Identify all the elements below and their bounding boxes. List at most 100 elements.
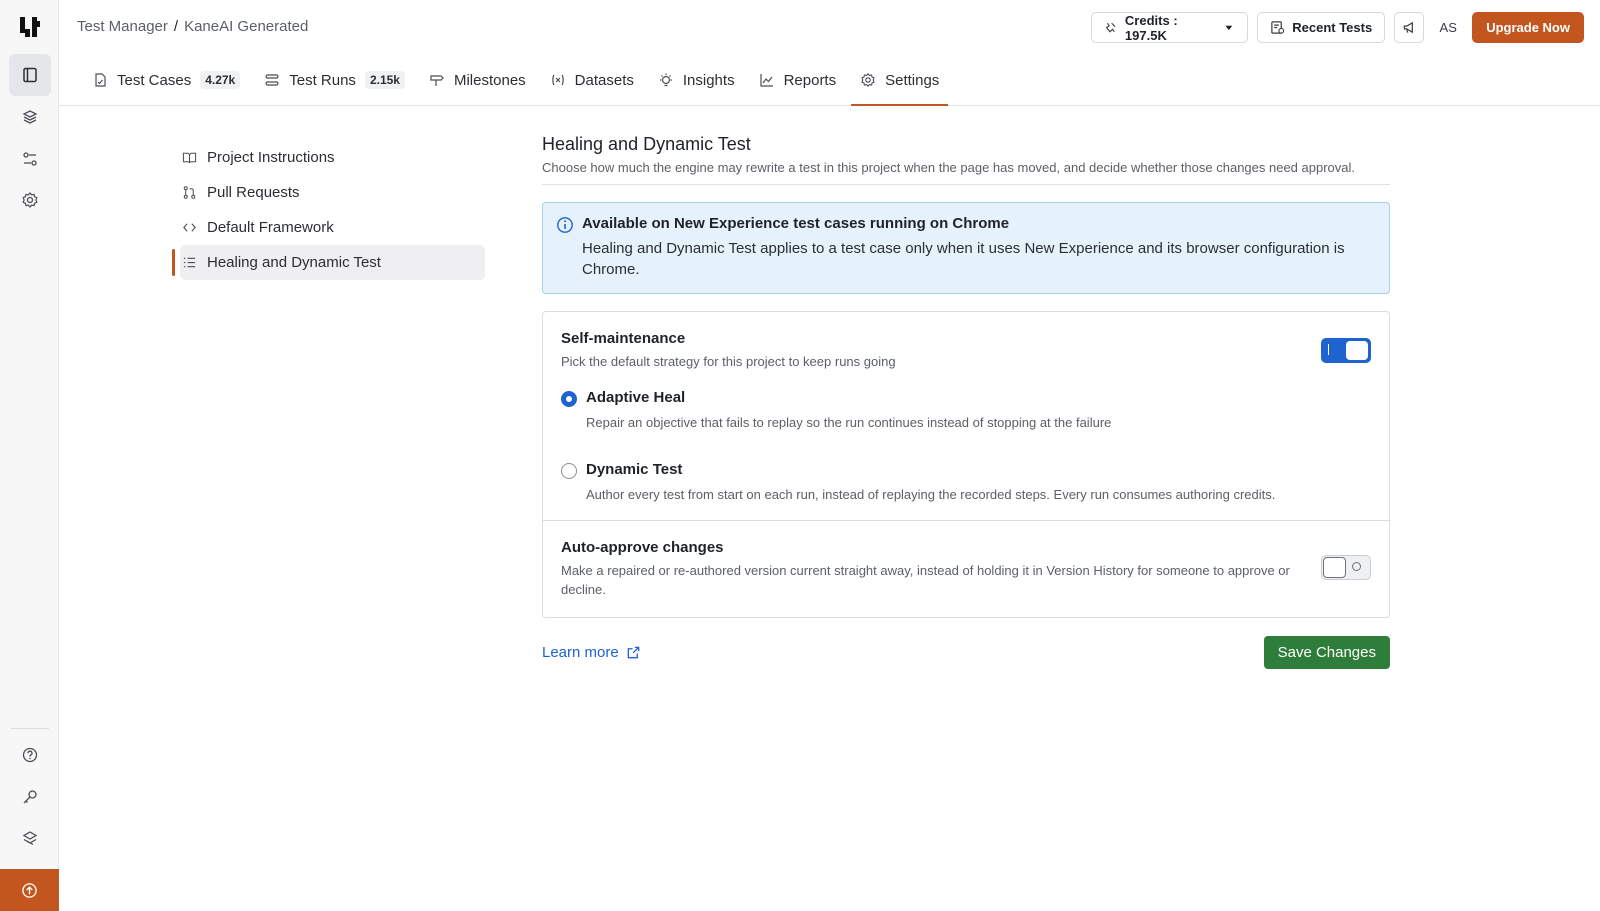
lightbulb-icon — [659, 73, 672, 87]
external-link-icon — [627, 646, 640, 659]
toggle-on-mark — [1328, 344, 1329, 355]
top-bar: Test Manager / KaneAI Generated Credits … — [59, 0, 1600, 55]
open-book-icon — [182, 152, 197, 164]
page-subtitle: Choose how much the engine may rewrite a… — [542, 160, 1390, 185]
option-desc: Author every test from start on each run… — [586, 487, 1276, 502]
option-label: Dynamic Test — [586, 461, 683, 478]
recent-tests-icon — [1271, 21, 1285, 34]
left-rail — [0, 0, 59, 911]
nav-item-label: Default Framework — [207, 219, 334, 236]
upgrade-circle-icon — [22, 882, 37, 898]
credits-icon — [1105, 22, 1116, 33]
top-actions: Credits : 197.5K Recent Tests AS Upgrade… — [1091, 12, 1584, 43]
learn-more-link[interactable]: Learn more — [542, 644, 641, 661]
nav-item-label: Healing and Dynamic Test — [207, 254, 381, 271]
info-icon — [557, 217, 573, 233]
nav-item-label: Project Instructions — [207, 149, 335, 166]
toggle-knob — [1346, 341, 1368, 360]
tab-insights[interactable]: Insights — [649, 55, 744, 105]
option-adaptive-heal[interactable]: Adaptive Heal Repair an objective that f… — [561, 389, 1371, 430]
rail-sliders-button[interactable] — [9, 138, 51, 180]
tab-count: 2.15k — [364, 71, 405, 89]
nav-item-label: Pull Requests — [207, 184, 300, 201]
rail-layers-button[interactable] — [9, 96, 51, 138]
announcements-button[interactable] — [1394, 12, 1425, 43]
rail-key-button[interactable] — [9, 776, 51, 818]
tab-label: Milestones — [453, 71, 526, 89]
nav-item-pull-requests[interactable]: Pull Requests — [172, 175, 485, 210]
caret-down-icon — [1224, 25, 1232, 31]
tab-label: Insights — [682, 71, 735, 89]
tab-label: Datasets — [574, 71, 634, 89]
tab-label: Test Runs — [289, 71, 356, 89]
user-avatar[interactable]: AS — [1433, 13, 1463, 43]
tab-count: 4.27k — [200, 71, 241, 89]
tab-settings[interactable]: Settings — [851, 55, 949, 106]
tab-reports[interactable]: Reports — [750, 55, 846, 105]
self-maintenance-toggle[interactable] — [1321, 338, 1371, 363]
help-icon — [22, 747, 38, 763]
tab-label: Settings — [885, 71, 940, 89]
nav-item-project-instructions[interactable]: Project Instructions — [172, 140, 485, 175]
info-banner-body: Healing and Dynamic Test applies to a te… — [582, 240, 1345, 278]
adaptive-heal-radio[interactable] — [561, 391, 577, 407]
app-logo[interactable] — [18, 15, 42, 39]
toggle-knob — [1323, 557, 1346, 578]
breadcrumb-current[interactable]: KaneAI Generated — [184, 18, 308, 35]
auto-approve-section: Auto-approve changes Make a repaired or … — [543, 520, 1389, 617]
rail-help-button[interactable] — [9, 734, 51, 776]
self-maintenance-desc: Pick the default strategy for this proje… — [561, 354, 896, 369]
nav-item-default-framework[interactable]: Default Framework — [172, 210, 485, 245]
breadcrumb: Test Manager / KaneAI Generated — [77, 18, 308, 35]
test-runs-icon — [265, 74, 279, 86]
settings-card: Self-maintenance Pick the default strate… — [542, 311, 1390, 618]
option-desc: Repair an objective that fails to replay… — [586, 415, 1112, 430]
settings-nav: Project Instructions Pull Requests Defau… — [172, 140, 485, 280]
breadcrumb-separator: / — [173, 18, 179, 35]
nav-item-healing-dynamic-test[interactable]: Healing and Dynamic Test — [172, 245, 485, 280]
rail-test-manager-button[interactable] — [9, 54, 51, 96]
line-chart-icon — [759, 74, 773, 87]
dynamic-test-radio[interactable] — [561, 463, 577, 479]
sliders-icon — [23, 152, 37, 166]
breadcrumb-root[interactable]: Test Manager — [77, 18, 168, 35]
tab-milestones[interactable]: Milestones — [420, 55, 535, 105]
settings-panel: Healing and Dynamic Test Choose how much… — [542, 134, 1390, 669]
auto-approve-desc: Make a repaired or re-authored version c… — [561, 563, 1290, 597]
pull-request-icon — [183, 186, 196, 199]
layers-icon — [22, 110, 38, 124]
gear-icon — [22, 192, 38, 208]
recent-tests-label: Recent Tests — [1292, 20, 1373, 35]
auto-approve-toggle[interactable] — [1321, 555, 1371, 580]
rail-upgrade-button[interactable] — [0, 869, 59, 911]
option-dynamic-test[interactable]: Dynamic Test Author every test from star… — [561, 461, 1371, 502]
test-case-icon — [95, 73, 106, 87]
list-icon — [183, 257, 196, 268]
gear-icon — [861, 72, 875, 88]
rail-settings-button[interactable] — [9, 179, 51, 221]
megaphone-icon — [1403, 21, 1413, 34]
self-maintenance-title: Self-maintenance — [561, 330, 686, 347]
rail-divider — [11, 728, 49, 729]
self-maintenance-section: Self-maintenance Pick the default strate… — [543, 312, 1389, 520]
credits-button[interactable]: Credits : 197.5K — [1091, 12, 1249, 43]
book-icon — [23, 67, 37, 83]
info-banner: Available on New Experience test cases r… — [542, 202, 1390, 294]
main-tabs: Test Cases 4.27k Test Runs 2.15k Milesto… — [59, 55, 1600, 106]
tab-test-runs[interactable]: Test Runs 2.15k — [255, 55, 414, 105]
key-icon — [23, 790, 37, 804]
page-title: Healing and Dynamic Test — [542, 134, 751, 154]
toggle-off-mark — [1352, 562, 1361, 571]
save-changes-button[interactable]: Save Changes — [1263, 636, 1390, 669]
variable-icon — [551, 74, 564, 86]
rail-integrations-button[interactable] — [9, 818, 51, 860]
tab-label: Test Cases — [117, 71, 192, 89]
code-icon — [183, 223, 196, 232]
tab-datasets[interactable]: Datasets — [541, 55, 643, 105]
integrations-icon — [22, 831, 38, 846]
credits-label: Credits : 197.5K — [1124, 12, 1178, 43]
tab-test-cases[interactable]: Test Cases 4.27k — [83, 55, 249, 105]
auto-approve-title: Auto-approve changes — [561, 539, 724, 556]
recent-tests-button[interactable]: Recent Tests — [1257, 12, 1386, 43]
upgrade-now-button[interactable]: Upgrade Now — [1472, 12, 1584, 43]
